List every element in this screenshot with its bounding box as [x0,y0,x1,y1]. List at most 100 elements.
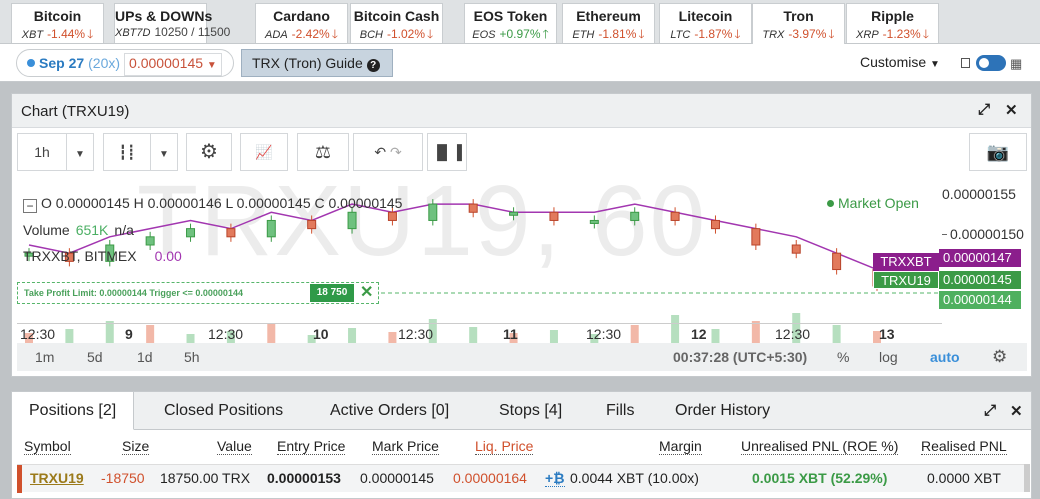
customise-dropdown[interactable]: Customise ▼ [860,54,940,70]
ticker-percent: -1.81% [598,27,637,41]
column-header[interactable]: Size [122,438,150,455]
ticker-name: EOS Token [473,8,548,24]
range-5d[interactable]: 5d [87,343,103,371]
caret-down-icon: ▼ [206,60,217,71]
ticker-eos-token[interactable]: EOS Token EOS +0.97% 🡑 [464,3,557,43]
ticker-bitcoin[interactable]: Bitcoin XBT -1.44% 🡓 [11,3,104,43]
settings-button[interactable]: ⚙ [186,133,232,171]
candle [266,219,276,238]
column-header[interactable]: Liq. Price [475,438,534,455]
ticker-change: BCH -1.02% 🡓 [351,25,442,46]
ticker-change: XBT -1.44% 🡓 [12,25,103,46]
column-header[interactable]: Mark Price [372,438,439,455]
grid-icon[interactable]: ▦ [1010,56,1022,72]
undo-redo-button[interactable]: ↶ ↷ [353,133,423,171]
redo-icon: ↷ [389,144,402,160]
x-axis-label: 11 [503,326,518,342]
column-header[interactable]: Unrealised PNL (ROE %) [741,438,899,455]
close-icon[interactable]: ✕ [1005,101,1018,119]
market-status-label: Market Open [838,195,919,211]
range-1m[interactable]: 1m [35,343,54,371]
arrow-down-icon: 🡓 [828,27,835,41]
ticker-litecoin[interactable]: Litecoin LTC -1.87% 🡓 [659,3,752,43]
expand-icon[interactable]: ⤢ [978,101,990,118]
gear-icon[interactable]: ⚙ [992,343,1007,371]
x-axis-label: 12:30 [586,326,622,342]
add-margin-button[interactable]: +₿ [545,470,565,487]
position-margin: 0.0044 XBT (10.00x) [570,470,699,486]
contract-price[interactable]: 0.00000145 ▼ [124,53,222,76]
candle [347,211,357,230]
candle [791,244,801,254]
screenshot-button[interactable]: 📷 [969,133,1027,171]
ticker-ethereum[interactable]: Ethereum ETH -1.81% 🡓 [562,3,655,43]
tab-order-history[interactable]: Order History [675,392,770,430]
trxu19-symbol-badge: TRXU19 [873,271,939,289]
last-price-badge: 0.00000144 [939,291,1021,309]
tab-active-orders[interactable]: Active Orders [0] [330,392,449,430]
column-header[interactable]: Value [217,438,252,455]
percent-scale-button[interactable]: % [837,343,849,371]
table-scrollbar[interactable] [1024,464,1030,492]
trxxbt-price-badge: 0.00000147 [939,249,1021,267]
ticker-name: Cardano [273,8,330,24]
ticker-bar: Bitcoin XBT -1.44% 🡓 UPs & DOWNs XBT7D 10250 /… [0,0,1040,45]
take-profit-label: Take Profit Limit: 0.00000144 Trigger <=… [24,288,243,298]
guide-button[interactable]: TRX (Tron) Guide ? [241,49,393,77]
square-icon[interactable] [961,58,970,68]
guide-label: TRX (Tron) Guide [252,55,363,71]
ticker-ripple[interactable]: Ripple XRP -1.23% 🡓 [846,3,939,43]
close-icon[interactable]: ✕ [1010,402,1023,420]
bar-chart-button[interactable]: ▐▌▐ [427,133,467,171]
indicators-icon: 📈 [255,144,273,160]
position-entry-price: 0.00000153 [267,470,341,486]
take-profit-order-line[interactable]: Take Profit Limit: 0.00000144 Trigger <=… [17,282,379,304]
range-1d[interactable]: 1d [137,343,153,371]
position-realised-pnl: 0.0000 XBT [927,470,1001,486]
ticker-tron[interactable]: Tron TRX -3.97% 🡓 [752,3,845,45]
expand-icon[interactable]: ⤢ [984,402,996,419]
auto-scale-button[interactable]: auto [930,343,960,371]
close-icon[interactable]: ✕ [360,283,373,303]
volume-label: Volume [23,222,70,238]
arrow-down-icon: 🡓 [922,27,929,41]
ticker-name: Litecoin [678,8,733,24]
compare-button[interactable]: ⚖ [297,133,349,171]
tab-closed-positions[interactable]: Closed Positions [164,392,283,430]
ticker-change: LTC -1.87% 🡓 [660,25,751,46]
x-axis-label: 12:30 [775,326,811,342]
candles-button[interactable]: ┇┋ [103,133,151,171]
tab-stops[interactable]: Stops [4] [499,392,562,430]
layout-toggle[interactable] [976,55,1006,71]
ticker-percent: -1.02% [386,27,425,41]
indicators-button[interactable]: 📈 [240,133,288,171]
column-header[interactable]: Symbol [24,438,71,455]
ticker-name: Ripple [871,8,914,24]
minimize-icon[interactable]: − [23,199,37,213]
tab-fills[interactable]: Fills [606,392,634,430]
column-header[interactable]: Entry Price [277,438,346,455]
candle [428,203,438,221]
x-axis-label: 10 [313,326,329,342]
candle [226,228,236,238]
tab-positions[interactable]: Positions [2] [12,392,135,430]
interval-label: 1h [34,144,50,160]
interval-button[interactable]: 1h [17,133,67,171]
ticker-bitcoin-cash[interactable]: Bitcoin Cash BCH -1.02% 🡓 [350,3,443,43]
column-header[interactable]: Realised PNL [921,438,1007,455]
range-5h[interactable]: 5h [184,343,200,371]
contract-selector[interactable]: Sep 27 (20x) 0.00000145 ▼ [16,49,234,77]
trxu19-price-badge: 0.00000145 [939,271,1021,289]
chart-canvas[interactable]: TRXU19, 60 − O 0.00000145 H 0.00000146 L … [17,180,1027,343]
candle [549,211,559,221]
ticker-cardano[interactable]: Cardano ADA -2.42% 🡓 [255,3,348,43]
ticker-symbol: BCH [359,29,383,41]
position-symbol[interactable]: TRXU19 [30,470,84,486]
log-scale-button[interactable]: log [879,343,898,371]
interval-dropdown[interactable]: ▼ [66,133,94,171]
range-bar: 1m 5d 1d 5h 00:37:28 (UTC+5:30) % log au… [17,343,1027,371]
chart-type-dropdown[interactable]: ▼ [150,133,178,171]
volume-value: 651K [75,222,109,238]
column-header[interactable]: Margin [659,438,702,455]
ticker-ups-downs[interactable]: UPs & DOWNs XBT7D 10250 / 11500 [114,3,230,43]
